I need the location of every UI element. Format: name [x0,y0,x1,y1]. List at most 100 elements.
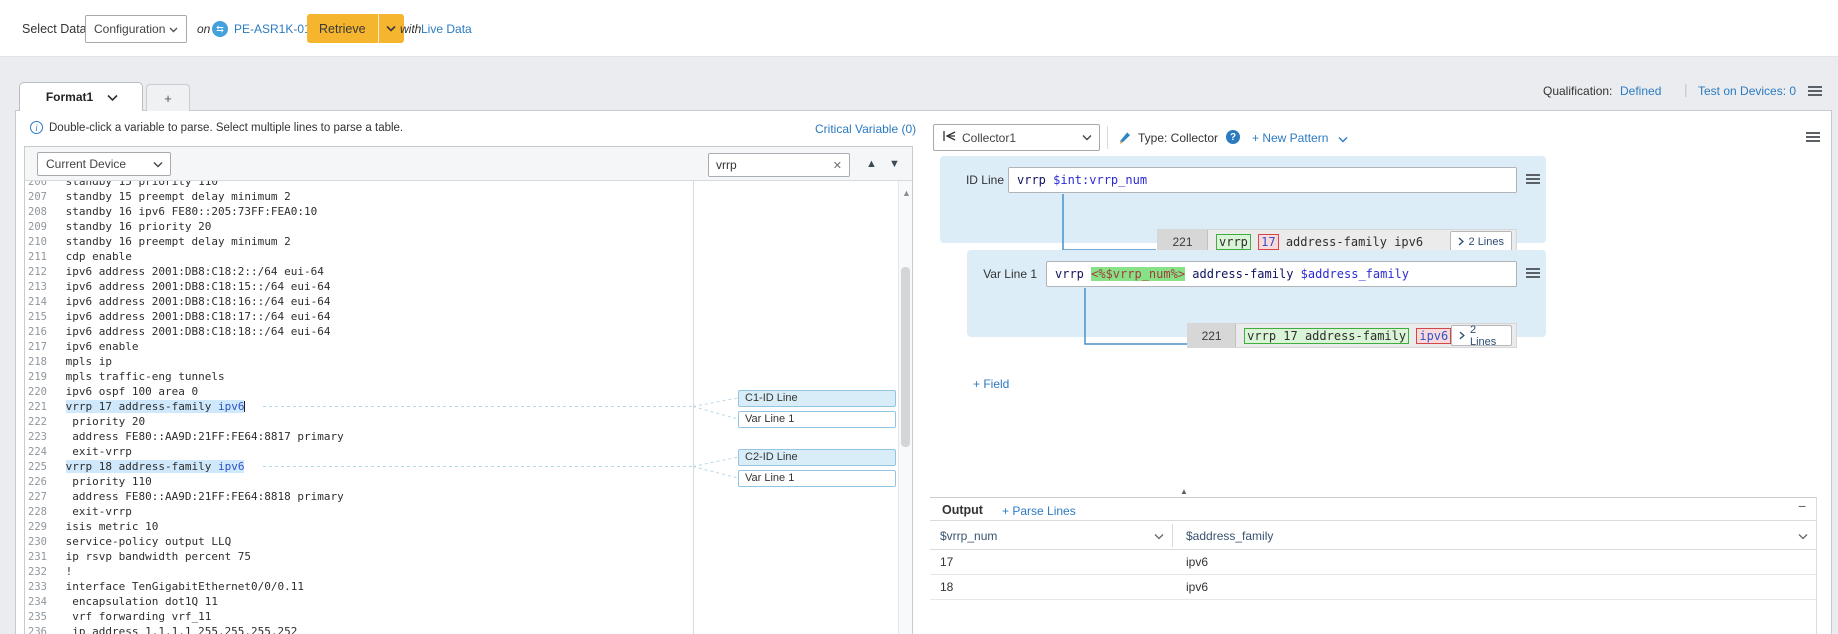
config-line[interactable]: 216 ipv6 address 2001:DB8:C18:18::/64 eu… [25,324,912,339]
line-text: ip rsvp bandwidth percent 75 [59,550,251,563]
config-scrollbar[interactable]: ▲ [898,181,912,634]
output-title: Output [942,503,983,517]
line-number: 235 [25,610,59,625]
edit-pencil-icon[interactable] [1116,129,1132,150]
retrieve-button[interactable]: Retrieve [307,14,378,43]
help-icon[interactable]: ? [1226,130,1240,144]
token: $int:vrrp_num [1053,173,1147,187]
config-line[interactable]: 235 vrf forwarding vrf_11 [25,609,912,624]
scrollbar-thumb[interactable] [901,267,910,447]
config-line[interactable]: 215 ipv6 address 2001:DB8:C18:17::/64 eu… [25,309,912,324]
new-pattern-link[interactable]: + New Pattern [1252,131,1328,145]
critical-variable-link[interactable]: Critical Variable (0) [815,122,916,136]
output-column-header[interactable]: $vrrp_num [940,529,997,543]
token: vrrp [1216,234,1251,250]
device-scope-select[interactable]: Current Device [37,152,171,176]
device-name-link[interactable]: PE-ASR1K-01 [234,22,311,36]
config-line[interactable]: 207 standby 15 preempt delay minimum 2 [25,189,912,204]
config-line[interactable]: 233 interface TenGigabitEthernet0/0/0.11 [25,579,912,594]
output-right-border [1816,497,1817,634]
var-line-menu-icon[interactable] [1526,268,1540,280]
menu-icon[interactable] [1808,86,1822,98]
config-line[interactable]: 227 address FE80::AA9D:21FF:FE64:8818 pr… [25,489,912,504]
annotation-var-line[interactable]: Var Line 1 [738,470,896,487]
config-line[interactable]: 219 mpls traffic-eng tunnels [25,369,912,384]
line-text: standby 15 preempt delay minimum 2 [59,190,291,203]
config-line[interactable]: 211 cdp enable [25,249,912,264]
config-panel: 206 standby 15 priority 110207 standby 1… [24,146,913,634]
token: ipv6 [218,460,245,473]
chevron-down-icon[interactable] [1338,135,1347,144]
data-type-select[interactable]: Configuration [85,15,187,43]
config-line[interactable]: 236 ip address 1.1.1.1 255.255.255.252 [25,624,912,634]
config-line[interactable]: 209 standby 16 priority 20 [25,219,912,234]
config-line[interactable]: 218 mpls ip [25,354,912,369]
annotation-id-line[interactable]: C1-ID Line [738,390,896,407]
add-tab-button[interactable]: + [146,84,190,111]
var-line-match-row[interactable]: 221 vrrp 17 address-family ipv6 2 Lines [1187,323,1517,348]
collector-select[interactable]: Collector1 [933,124,1100,151]
config-line[interactable]: 210 standby 16 preempt delay minimum 2 [25,234,912,249]
config-line[interactable]: 230 service-policy output LLQ [25,534,912,549]
tab-format1[interactable]: Format1 [19,82,143,111]
search-next-button[interactable]: ▼ [889,159,900,170]
config-line[interactable]: 234 encapsulation dot1Q 11 [25,594,912,609]
live-data-link[interactable]: Live Data [421,22,472,36]
line-text: standby 16 ipv6 FE80::205:73FF:FEA0:10 [59,205,317,218]
output-row[interactable]: 17ipv6 [930,550,1816,575]
config-line[interactable]: 208 standby 16 ipv6 FE80::205:73FF:FEA0:… [25,204,912,219]
line-text: vrrp 18 address-family ipv6 [59,460,244,473]
collapse-output-button[interactable]: ▲ [1171,486,1197,497]
line-number: 226 [25,475,59,490]
config-line[interactable]: 229 isis metric 10 [25,519,912,534]
qualification-value-link[interactable]: Defined [1620,84,1661,98]
parse-lines-link[interactable]: + Parse Lines [1002,504,1076,518]
id-line-expand-button[interactable]: 2 Lines [1450,231,1512,252]
line-number: 210 [25,235,59,250]
var-line-expand-button[interactable]: 2 Lines [1451,325,1512,346]
annotation-var-line[interactable]: Var Line 1 [738,411,896,428]
config-line[interactable]: 213 ipv6 address 2001:DB8:C18:15::/64 eu… [25,279,912,294]
chevron-down-icon[interactable] [1798,532,1807,541]
config-line[interactable]: 223 address FE80::AA9D:21FF:FE64:8817 pr… [25,429,912,444]
clear-search-icon[interactable]: ✕ [833,159,842,172]
line-text: vrf forwarding vrf_11 [59,610,211,623]
line-number: 215 [25,310,59,325]
id-line-menu-icon[interactable] [1526,174,1540,186]
lines-count-label: 2 Lines [1469,236,1504,248]
config-line[interactable]: 217 ipv6 enable [25,339,912,354]
config-line[interactable]: 228 exit-vrrp [25,504,912,519]
line-number: 232 [25,565,59,580]
line-number: 207 [25,190,59,205]
output-column-header[interactable]: $address_family [1186,529,1273,543]
config-line[interactable]: 212 ipv6 address 2001:DB8:C18:2::/64 eui… [25,264,912,279]
pattern-menu-icon[interactable] [1806,132,1820,144]
divider [1107,126,1108,149]
config-line[interactable]: 231 ip rsvp bandwidth percent 75 [25,549,912,564]
line-number: 216 [25,325,59,340]
id-line-pattern-input[interactable]: vrrp $int:vrrp_num [1008,167,1517,193]
search-prev-button[interactable]: ▲ [866,159,877,170]
line-text: mpls traffic-eng tunnels [59,370,225,383]
config-line[interactable]: 214 ipv6 address 2001:DB8:C18:16::/64 eu… [25,294,912,309]
add-field-link[interactable]: + Field [973,377,1009,391]
device-scope-value: Current Device [46,157,126,171]
line-text: standby 16 preempt delay minimum 2 [59,235,291,248]
annotation-id-line[interactable]: C2-ID Line [738,449,896,466]
token [59,400,66,413]
config-line[interactable]: 232 ! [25,564,912,579]
var-line-pattern-input[interactable]: vrrp <%$vrrp_num%> address-family $addre… [1046,261,1517,287]
search-value: vrrp [716,158,737,172]
search-input[interactable]: vrrp ✕ [708,153,850,177]
lines-count-label: 2 Lines [1470,324,1504,348]
test-on-devices-link[interactable]: Test on Devices: 0 [1698,84,1796,98]
chevron-down-icon[interactable] [1154,532,1163,541]
scroll-up-icon[interactable]: ▲ [902,189,911,198]
line-text: ! [59,565,72,578]
column-divider[interactable] [1172,524,1173,547]
var-line-label: Var Line 1 [975,267,1037,281]
minimize-output-icon[interactable]: − [1798,498,1806,514]
line-text: ipv6 address 2001:DB8:C18:17::/64 eui-64 [59,310,331,323]
line-number: 233 [25,580,59,595]
output-row[interactable]: 18ipv6 [930,575,1816,600]
